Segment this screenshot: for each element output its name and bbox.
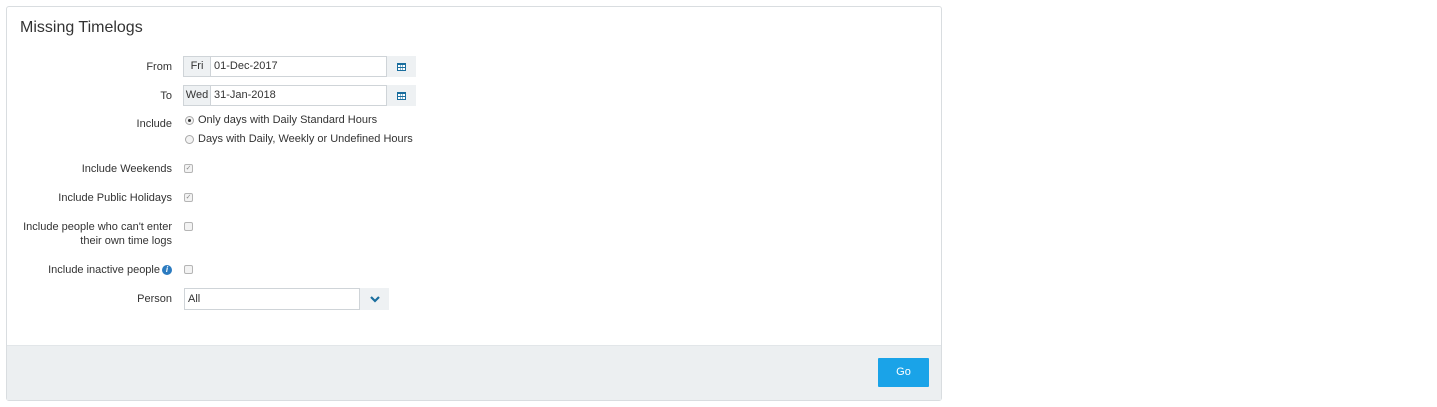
- chevron-down-icon: [369, 296, 380, 303]
- from-day: Fri: [183, 56, 211, 77]
- include-public-holidays-label: Include Public Holidays: [58, 192, 172, 204]
- from-date-input[interactable]: 01-Dec-2017: [211, 56, 387, 77]
- include-option-daily-weekly-undefined[interactable]: Days with Daily, Weekly or Undefined Hou…: [185, 133, 413, 145]
- include-inactive-label-text: Include inactive people: [48, 264, 160, 276]
- radio-button[interactable]: [185, 134, 194, 144]
- include-public-holidays-checkbox[interactable]: ✓: [184, 193, 193, 202]
- person-select[interactable]: All: [184, 288, 389, 310]
- person-select-value[interactable]: All: [184, 288, 360, 310]
- from-date-group: Fri 01-Dec-2017: [183, 56, 416, 77]
- radio-button-selected[interactable]: [185, 115, 194, 125]
- include-option-daily-standard[interactable]: Only days with Daily Standard Hours: [185, 114, 377, 126]
- calendar-icon: [397, 63, 406, 71]
- missing-timelogs-panel: Missing Timelogs From Fri 01-Dec-2017 To…: [6, 6, 942, 401]
- from-label: From: [146, 61, 172, 73]
- include-no-entry-label-line1: Include people who can't enter: [23, 221, 172, 233]
- person-dropdown-button[interactable]: [360, 288, 389, 310]
- include-no-entry-label-line2: their own time logs: [80, 235, 172, 247]
- to-label: To: [160, 90, 172, 102]
- to-date-input[interactable]: 31-Jan-2018: [211, 85, 387, 106]
- info-icon[interactable]: i: [162, 265, 172, 276]
- include-option-label: Days with Daily, Weekly or Undefined Hou…: [198, 133, 413, 145]
- include-no-entry-checkbox[interactable]: [184, 222, 193, 231]
- to-calendar-button[interactable]: [387, 85, 416, 106]
- to-date-group: Wed 31-Jan-2018: [183, 85, 416, 106]
- go-button[interactable]: Go: [878, 358, 929, 387]
- from-calendar-button[interactable]: [387, 56, 416, 77]
- include-weekends-label: Include Weekends: [81, 163, 172, 175]
- include-weekends-checkbox[interactable]: ✓: [184, 164, 193, 173]
- include-inactive-label: Include inactive people i: [48, 263, 172, 277]
- include-label: Include: [136, 118, 172, 130]
- calendar-icon: [397, 92, 406, 100]
- page-title: Missing Timelogs: [20, 19, 143, 36]
- include-no-entry-label: Include people who can't enter their own…: [23, 220, 172, 248]
- include-inactive-checkbox[interactable]: [184, 265, 193, 274]
- to-day: Wed: [183, 85, 211, 106]
- include-option-label: Only days with Daily Standard Hours: [198, 114, 378, 126]
- person-label: Person: [137, 293, 172, 305]
- panel-footer: Go: [7, 345, 941, 400]
